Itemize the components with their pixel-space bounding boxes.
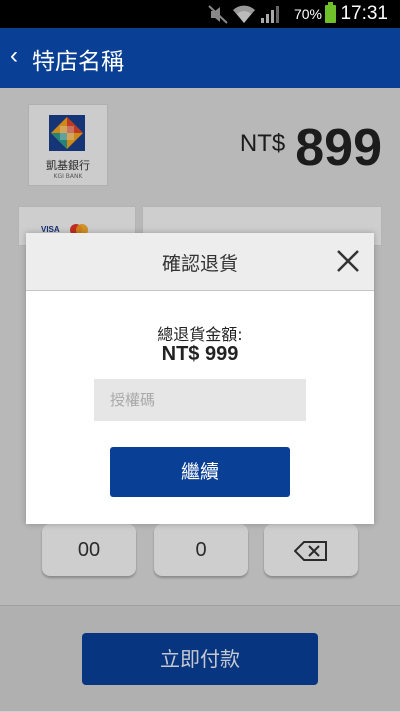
wifi-icon (233, 5, 255, 23)
mute-icon (208, 5, 228, 24)
close-icon[interactable] (334, 247, 362, 275)
refund-total-label: 總退貨金額: (157, 325, 243, 344)
status-bar: 70% 17:31 (0, 0, 400, 28)
confirm-refund-dialog: 確認退貨 總退貨金額: NT$ 999 繼續 (26, 233, 374, 524)
dialog-header: 確認退貨 (26, 233, 374, 291)
page-title: 特店名稱 (32, 49, 124, 75)
refund-total-amount: NT$ 999 (161, 343, 239, 365)
clock: 17:31 (340, 3, 388, 24)
battery-percent: 70% (293, 6, 322, 22)
battery-icon (325, 2, 336, 23)
app-header: ‹ 特店名稱 (0, 28, 400, 88)
back-icon[interactable]: ‹ (10, 42, 18, 70)
dialog-title: 確認退貨 (161, 253, 238, 275)
signal-icon (261, 6, 279, 23)
continue-button[interactable]: 繼續 (110, 447, 290, 497)
auth-code-input[interactable] (94, 379, 306, 421)
